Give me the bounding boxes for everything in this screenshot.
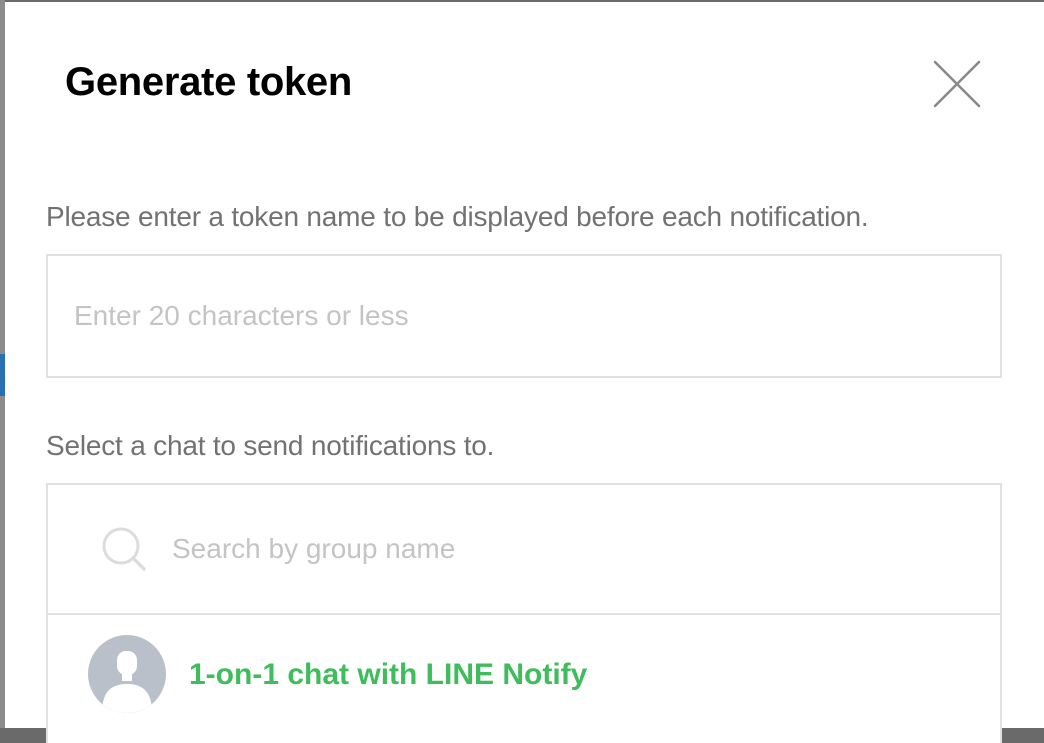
avatar xyxy=(88,635,166,713)
chat-select-label: Select a chat to send notifications to. xyxy=(46,430,495,461)
close-button[interactable] xyxy=(929,56,985,112)
group-search-input[interactable] xyxy=(172,519,972,579)
token-name-label: Please enter a token name to be displaye… xyxy=(46,201,869,232)
generate-token-dialog: Generate token Please enter a token name… xyxy=(5,2,1044,743)
chat-name: 1-on-1 chat with LINE Notify xyxy=(189,658,588,691)
dialog-title: Generate token xyxy=(65,60,353,104)
close-icon xyxy=(933,60,981,108)
chat-select-panel: 1-on-1 chat with LINE Notify xyxy=(46,483,1002,743)
token-name-input[interactable] xyxy=(46,254,1002,378)
search-icon xyxy=(102,527,146,571)
user-avatar-icon xyxy=(102,651,152,713)
chat-list-item[interactable]: 1-on-1 chat with LINE Notify xyxy=(48,615,1000,735)
group-search-row xyxy=(48,485,1000,615)
